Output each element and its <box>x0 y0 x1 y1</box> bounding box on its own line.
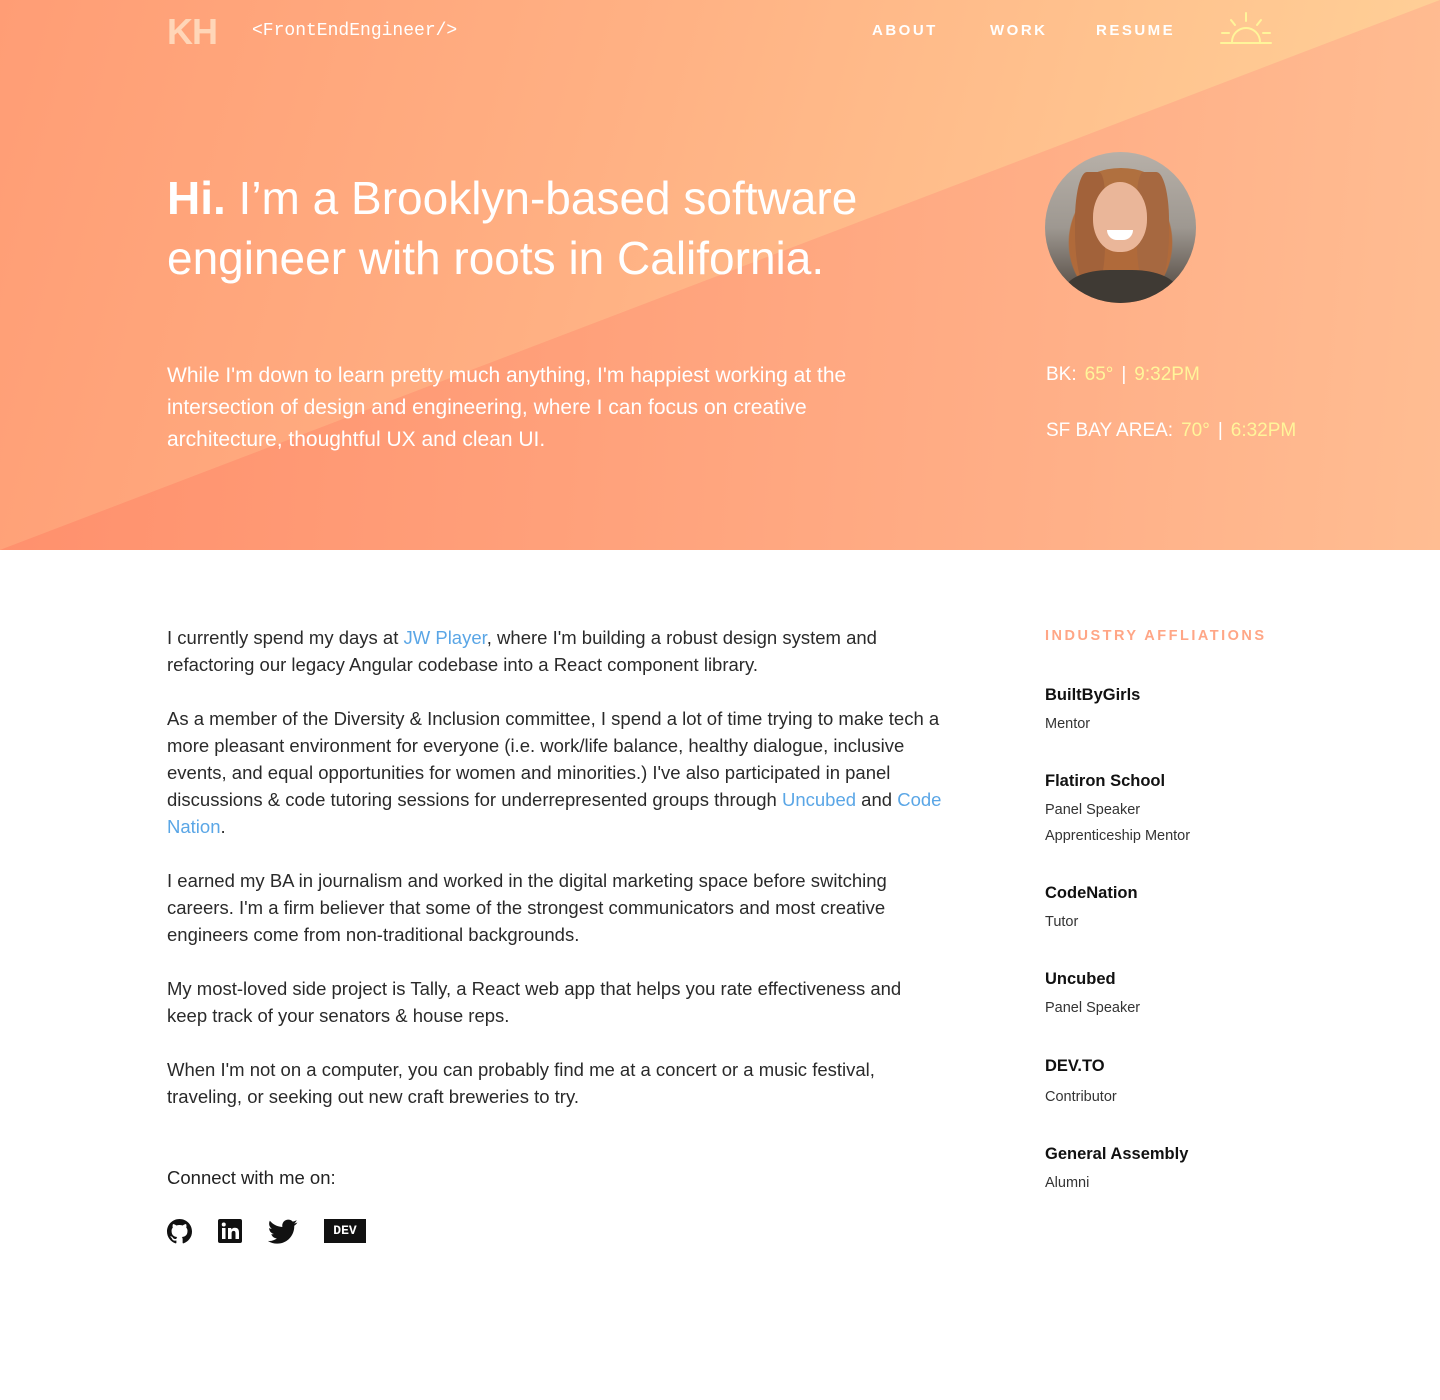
affiliation-org: Flatiron School <box>1045 772 1166 790</box>
affiliation-role: Apprenticeship Mentor <box>1045 828 1191 844</box>
affiliation-item: General Assembly Alumni <box>1045 1143 1188 1196</box>
affiliation-role: Mentor <box>1045 716 1091 732</box>
affiliations-title: INDUSTRY AFFLIATIONS <box>1045 628 1267 644</box>
main-nav: ABOUT WORK RESUME <box>872 20 1175 42</box>
weather-sf-time: 6:32PM <box>1230 420 1297 441</box>
affiliation-item: Flatiron School Panel Speaker Apprentice… <box>1045 770 1190 849</box>
affiliation-org: CodeNation <box>1045 884 1138 902</box>
weather-sf: SF BAY AREA: 70° | 6:32PM <box>1046 419 1296 443</box>
bio-text: . <box>220 816 226 837</box>
nav-work[interactable]: WORK <box>990 20 1096 42</box>
dev-icon[interactable]: DEV <box>324 1219 366 1243</box>
bio-text: I currently spend my days at <box>167 627 404 648</box>
weather-bk-temp: 65° <box>1084 364 1114 385</box>
bio-section: I currently spend my days at JW Player, … <box>167 624 942 1137</box>
hero-section: KH <FrontEndEngineer/> ABOUT WORK RESUME… <box>0 0 1440 550</box>
bio-paragraph: I earned my BA in journalism and worked … <box>167 870 887 945</box>
affiliation-role: Panel Speaker <box>1045 802 1141 818</box>
affiliation-role: Contributor <box>1045 1089 1117 1105</box>
affiliation-item: DEV.TO Contributor <box>1045 1055 1117 1110</box>
affiliation-item: Uncubed Panel Speaker <box>1045 968 1140 1021</box>
jw-player-link[interactable]: JW Player <box>404 627 487 648</box>
nav-about[interactable]: ABOUT <box>872 20 990 42</box>
weather-bk: BK: 65° | 9:32PM <box>1046 363 1200 387</box>
site-logo[interactable]: KH <box>167 12 218 52</box>
hero-intro: While I'm down to learn pretty much anyt… <box>167 364 847 451</box>
hero-greeting: Hi. <box>167 172 226 224</box>
weather-bk-label: BK: <box>1046 364 1077 385</box>
weather-bk-time: 9:32PM <box>1134 364 1200 385</box>
nav-resume[interactable]: RESUME <box>1096 20 1175 42</box>
github-icon[interactable] <box>167 1219 192 1244</box>
weather-sf-label: SF BAY AREA: <box>1046 420 1174 441</box>
affiliation-org: BuiltByGirls <box>1045 686 1141 704</box>
affiliation-role: Tutor <box>1045 914 1079 930</box>
affiliation-item: CodeNation Tutor <box>1045 882 1138 935</box>
avatar <box>1045 152 1196 303</box>
hero-headline: Hi. I’m a Brooklyn-based software engine… <box>167 168 947 288</box>
twitter-icon[interactable] <box>268 1219 298 1245</box>
affiliation-item: BuiltByGirls Mentor <box>1045 684 1140 737</box>
affiliation-role: Alumni <box>1045 1175 1090 1191</box>
linkedin-icon[interactable] <box>218 1219 242 1243</box>
connect-title: Connect with me on: <box>167 1167 336 1188</box>
avatar-shirt <box>1065 270 1177 303</box>
bio-paragraph: When I'm not on a computer, you can prob… <box>167 1059 875 1107</box>
uncubed-link[interactable]: Uncubed <box>782 789 856 810</box>
hero-headline-text: I’m a Brooklyn-based software engineer w… <box>167 172 858 284</box>
weather-separator: | <box>1121 364 1127 385</box>
sunrise-icon[interactable] <box>1219 10 1273 50</box>
weather-separator: | <box>1217 420 1223 441</box>
weather-sf-temp: 70° <box>1181 420 1210 441</box>
site-tagline: <FrontEndEngineer/> <box>252 21 458 41</box>
bio-paragraph: My most-loved side project is Tally, a R… <box>167 978 902 1026</box>
bio-paragraph: As a member of the Diversity & Inclusion… <box>167 705 942 840</box>
affiliation-org: Uncubed <box>1045 970 1116 988</box>
avatar-face <box>1093 182 1147 252</box>
affiliation-role: Panel Speaker <box>1045 1000 1141 1016</box>
bio-text: and <box>856 789 898 810</box>
affiliation-org: DEV.TO <box>1045 1057 1105 1075</box>
bio-paragraph: I currently spend my days at JW Player, … <box>167 624 942 678</box>
affiliation-org: General Assembly <box>1045 1145 1189 1163</box>
